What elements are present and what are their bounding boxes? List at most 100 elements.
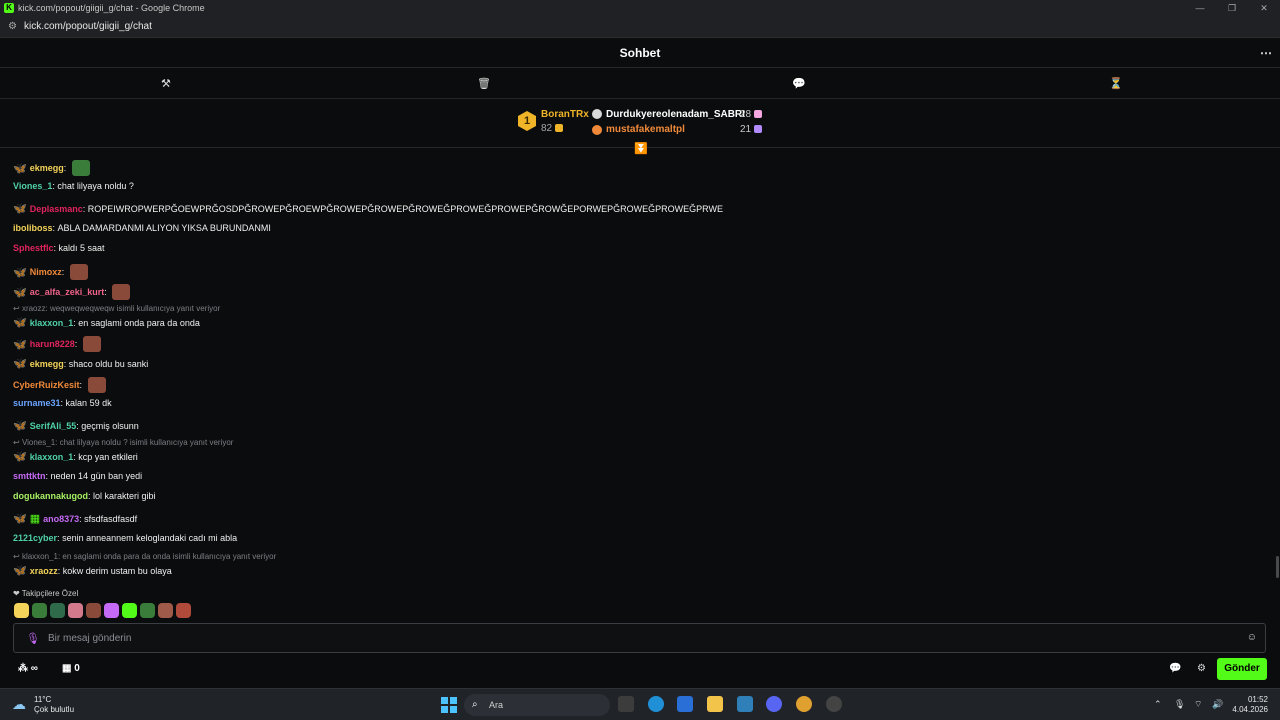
emote[interactable] — [86, 603, 101, 618]
trash-icon[interactable]: 🗑 — [477, 77, 491, 90]
site-info-icon[interactable]: ⚙ — [8, 21, 18, 32]
clock[interactable]: 01:52 4.04.2026 — [1232, 695, 1268, 715]
clock-date: 4.04.2026 — [1232, 705, 1268, 714]
chat-text: kcp yan etkileri — [78, 451, 138, 462]
reply-reference[interactable]: ↩ klaxxon_1: en saglami onda para da ond… — [13, 552, 276, 561]
speaker-icon[interactable]: 🔊 — [1212, 699, 1223, 710]
emote[interactable] — [32, 603, 47, 618]
butterfly-badge-icon: 🦋 — [13, 338, 27, 351]
chat-username[interactable]: SerifAli_55 — [30, 421, 77, 431]
chrome-icon[interactable] — [796, 696, 812, 712]
chat-bubble-icon[interactable]: 💬 — [1169, 663, 1181, 674]
emote[interactable] — [14, 603, 29, 618]
emote[interactable] — [176, 603, 191, 618]
points-icon: ⁂ — [18, 663, 28, 674]
chat-messages: 🦋 ekmegg: Viones_1: chat lilyaya noldu ? 🦋… — [0, 150, 1280, 622]
chat-username[interactable]: smttktn — [13, 471, 46, 481]
emoji-icon[interactable]: ☺ — [1247, 632, 1257, 643]
app-icon[interactable] — [737, 696, 753, 712]
chat-username[interactable]: CyberRuizKesit — [13, 380, 80, 390]
emote-bar — [14, 603, 191, 618]
chat-username[interactable]: xraozz — [30, 566, 58, 576]
chat-username[interactable]: Sphestflc — [13, 243, 54, 253]
reply-reference[interactable]: ↩ Viones_1: chat lilyaya noldu ? isimli … — [13, 438, 233, 447]
chat-username[interactable]: harun8228 — [30, 339, 75, 349]
chat-message: 🦋 Deplasmanc: ROPEIWROPWERPĞOEWPRĞOSDPĞRO… — [13, 202, 723, 215]
separator: : — [63, 163, 69, 173]
chat-emote[interactable] — [87, 377, 106, 393]
chevron-up-icon[interactable]: ⌃ — [1154, 699, 1162, 710]
chat-username[interactable]: Deplasmanc — [30, 204, 83, 214]
chat-username[interactable]: ano8373 — [43, 514, 79, 524]
wifi-icon[interactable]: ⌔ — [1194, 699, 1202, 710]
emote[interactable] — [140, 603, 155, 618]
chat-username[interactable]: ac_alfa_zeki_kurt — [30, 287, 105, 297]
chat-username[interactable]: ekmegg — [30, 163, 64, 173]
chat-emote[interactable] — [69, 264, 88, 280]
chat-emote[interactable] — [71, 160, 90, 176]
gift-icon — [754, 110, 763, 118]
hourglass-icon[interactable]: ⏳ — [1109, 77, 1123, 90]
store-count: 0 — [74, 663, 80, 674]
store-icon: ▦ — [62, 663, 72, 674]
leaderboard-name-1[interactable]: BoranTRx — [541, 109, 589, 120]
reply-reference[interactable]: ↩ xraozz: weqweqweqweqw isimli kullanıcı… — [13, 304, 220, 313]
search-label: Ara — [489, 700, 504, 710]
butterfly-badge-icon: 🦋 — [13, 420, 27, 432]
chat-message: 🦋 ekmegg: shaco oldu bu sanki — [13, 357, 148, 370]
chat-username[interactable]: klaxxon_1 — [30, 318, 74, 328]
butterfly-badge-icon: 🦋 — [13, 286, 27, 299]
scrollbar[interactable] — [1276, 556, 1279, 578]
hammer-icon[interactable]: ⚒ — [161, 77, 171, 90]
folder-icon[interactable] — [707, 696, 723, 712]
emote[interactable] — [104, 603, 119, 618]
chat-username[interactable]: 2121cyber — [13, 533, 57, 543]
edge-icon[interactable] — [648, 696, 664, 712]
chat-text: lol karakteri gibi — [93, 491, 156, 501]
chat-message: 🦋 klaxxon_1: kcp yan etkileri — [13, 450, 138, 463]
emote[interactable] — [50, 603, 65, 618]
emote[interactable] — [158, 603, 173, 618]
more-options-icon[interactable]: ⋯ — [1260, 46, 1272, 60]
chat-username[interactable]: dogukannakugod — [13, 491, 88, 501]
butterfly-badge-icon: 🦋 — [13, 203, 27, 215]
minimize-button[interactable]: — — [1184, 0, 1216, 16]
restore-button[interactable]: ❐ — [1216, 0, 1248, 16]
address-bar[interactable]: ⚙ kick.com/popout/giigii_g/chat — [0, 16, 1280, 38]
butterfly-badge-icon: 🦋 — [13, 358, 27, 370]
taskbar-search[interactable]: ⌕ Ara — [464, 694, 610, 716]
chat-username[interactable]: surname31 — [13, 398, 61, 408]
discord-icon[interactable] — [766, 696, 782, 712]
chat-text: en saglami onda para da onda — [78, 317, 200, 328]
chat-emote[interactable] — [112, 284, 131, 300]
task-view-icon[interactable] — [618, 696, 634, 712]
close-button[interactable]: ✕ — [1248, 0, 1280, 16]
start-button[interactable] — [441, 697, 457, 713]
chat-bubble-icon[interactable]: 💬 — [792, 77, 806, 90]
chat-emote[interactable] — [82, 336, 101, 352]
emote[interactable] — [68, 603, 83, 618]
chat-message: Sphestflc: kaldı 5 saat — [13, 243, 105, 253]
heart-icon: ❤ — [13, 589, 20, 598]
message-input[interactable]: 🎙 Bir mesaj gönderin ☺ — [13, 623, 1266, 653]
leaderboard-name-2[interactable]: Durdukyereolenadam_SABRI — [606, 109, 745, 120]
obs-icon[interactable] — [826, 696, 842, 712]
gear-icon[interactable]: ⚙ — [1197, 663, 1206, 674]
reply-icon: ↩ — [13, 552, 22, 561]
weather-widget[interactable]: 11°C Çok bulutlu — [34, 695, 74, 715]
chat-username[interactable]: klaxxon_1 — [30, 452, 74, 462]
store-app-icon[interactable] — [677, 696, 693, 712]
chat-username[interactable]: ekmegg — [30, 359, 64, 369]
gift-icon — [555, 124, 564, 132]
chat-text: geçmiş olsunn — [81, 420, 139, 431]
mic-icon[interactable]: 🎙 — [26, 632, 40, 645]
send-button[interactable]: Gönder — [1217, 658, 1267, 680]
chat-username[interactable]: Viones_1 — [13, 181, 52, 191]
leaderboard-name-3[interactable]: mustafakemaltpl — [606, 124, 685, 135]
mic-icon[interactable]: 🎙 — [1174, 699, 1185, 710]
emote[interactable] — [122, 603, 137, 618]
chat-username[interactable]: Nimoxz — [30, 267, 62, 277]
followers-only-label: Takipçilere Özel — [21, 589, 79, 598]
cloud-icon: ☁ — [12, 696, 26, 712]
chat-username[interactable]: iboliboss — [13, 223, 53, 233]
